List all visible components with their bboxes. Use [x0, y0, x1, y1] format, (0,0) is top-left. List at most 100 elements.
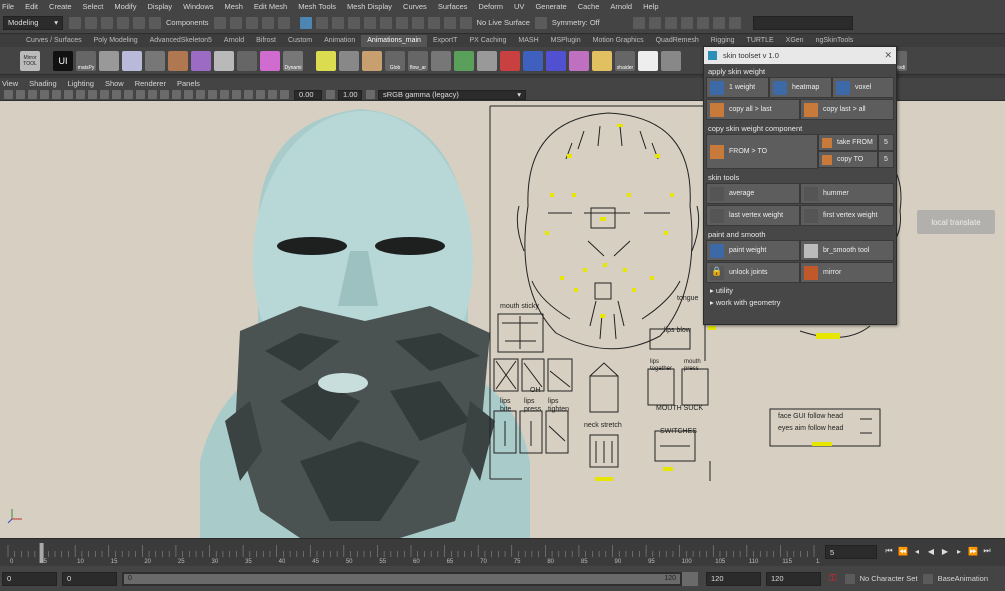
panel-menu-renderer[interactable]: Renderer: [135, 79, 166, 88]
safe-title-icon[interactable]: [124, 90, 133, 99]
anim-layer-label[interactable]: BaseAnimation: [938, 574, 988, 583]
utility-section[interactable]: ▸ utility: [704, 284, 896, 296]
camera-icon[interactable]: [4, 90, 13, 99]
shelf-tool-19[interactable]: [500, 50, 520, 71]
playback-start-field[interactable]: 0: [62, 571, 117, 586]
component-icon-5[interactable]: [277, 16, 290, 29]
menu-generate[interactable]: Generate: [535, 2, 566, 11]
shelf-tab-mash[interactable]: MASH: [512, 35, 544, 47]
close-icon[interactable]: ✕: [884, 50, 892, 61]
layout-icon-4[interactable]: [680, 16, 693, 29]
shelf-tab-msplugin[interactable]: MSPlugin: [545, 35, 587, 47]
history-icon[interactable]: [395, 16, 408, 29]
layout-icon-2[interactable]: [648, 16, 661, 29]
br-smooth-button[interactable]: br_smooth tool: [800, 240, 894, 261]
character-set-icon[interactable]: [844, 573, 855, 584]
shelf-tool-25[interactable]: [638, 50, 658, 71]
menu-select[interactable]: Select: [83, 2, 104, 11]
camera-attr-icon[interactable]: [16, 90, 25, 99]
lock-icon[interactable]: [379, 16, 392, 29]
redo-icon[interactable]: [133, 16, 145, 29]
menu-file[interactable]: File: [2, 2, 14, 11]
last-vertex-weight-button[interactable]: last vertex weight: [706, 205, 800, 226]
take-from-button[interactable]: take FROM: [818, 134, 878, 151]
output-icon[interactable]: [427, 16, 440, 29]
menu-arnold[interactable]: Arnold: [610, 2, 632, 11]
menu-cache[interactable]: Cache: [578, 2, 600, 11]
snap-point-icon[interactable]: [331, 16, 344, 29]
snap-grid-icon[interactable]: [299, 16, 312, 29]
shelf-tab-animation[interactable]: Animation: [318, 35, 361, 47]
shelf-tool-18[interactable]: [477, 50, 497, 71]
dof-icon[interactable]: [268, 90, 277, 99]
shelf-tool-2[interactable]: [99, 50, 119, 71]
mirror-tool-button[interactable]: Mirror TOOL: [20, 50, 40, 71]
shaider-button[interactable]: shaider: [615, 50, 635, 71]
dynami-button[interactable]: Dynami: [283, 50, 303, 71]
shelf-tab-poly-modeling[interactable]: Poly Modeling: [88, 35, 144, 47]
current-frame-field[interactable]: 5: [825, 545, 877, 559]
shelf-tab-curves-surfaces[interactable]: Curves / Surfaces: [20, 35, 88, 47]
character-set-label[interactable]: No Character Set: [860, 574, 918, 583]
copy-to-count[interactable]: 5: [878, 151, 894, 168]
shelf-tab-quadremesh[interactable]: QuadRemesh: [650, 35, 705, 47]
playback-end-field[interactable]: 120: [706, 571, 761, 586]
open-scene-icon[interactable]: [85, 16, 97, 29]
shelf-tool-17[interactable]: [454, 50, 474, 71]
menu-surfaces[interactable]: Surfaces: [438, 2, 468, 11]
shelf-tab-custom[interactable]: Custom: [282, 35, 318, 47]
step-back-icon[interactable]: ◂: [912, 546, 922, 556]
play-back-icon[interactable]: ◀: [926, 546, 936, 556]
matspy-button[interactable]: matsPy: [76, 50, 96, 71]
menu-edit-mesh[interactable]: Edit Mesh: [254, 2, 287, 11]
copy-last-all-button[interactable]: copy last > all: [800, 99, 894, 120]
glob-button[interactable]: Glob: [385, 50, 405, 71]
shelf-tool-23[interactable]: [592, 50, 612, 71]
panel-menu-view[interactable]: View: [2, 79, 18, 88]
shelf-tool-6[interactable]: [191, 50, 211, 71]
shelf-tool-5[interactable]: [168, 50, 188, 71]
shelf-tool-12[interactable]: [339, 50, 359, 71]
command-field[interactable]: [752, 15, 853, 30]
anim-layer-icon[interactable]: [922, 573, 933, 584]
range-slider[interactable]: 0 120: [122, 571, 682, 586]
from-to-button[interactable]: FROM > TO: [706, 134, 818, 169]
shelf-tab-animations-main[interactable]: Animations_main: [361, 35, 427, 47]
paint-weight-button[interactable]: paint weight: [706, 240, 800, 261]
menu-modify[interactable]: Modify: [114, 2, 136, 11]
play-forward-icon[interactable]: ▶: [940, 546, 950, 556]
save-scene-icon[interactable]: [101, 16, 113, 29]
live-surface-label[interactable]: No Live Surface: [477, 18, 530, 27]
gamma-icon[interactable]: [326, 90, 335, 99]
menu-mesh-tools[interactable]: Mesh Tools: [298, 2, 336, 11]
ui-button[interactable]: UI: [53, 50, 73, 71]
menu-windows[interactable]: Windows: [183, 2, 213, 11]
colorspace-dropdown[interactable]: sRGB gamma (legacy) ▾: [378, 89, 526, 100]
wire-on-shaded-icon[interactable]: [172, 90, 181, 99]
undo-icon[interactable]: [117, 16, 129, 29]
voxel-button[interactable]: voxel: [832, 77, 894, 98]
shelf-tab-px-caching[interactable]: PX Caching: [463, 35, 512, 47]
flow-button[interactable]: flow_ar: [408, 50, 428, 71]
shelf-tool-4[interactable]: [145, 50, 165, 71]
panel-menu-lighting[interactable]: Lighting: [68, 79, 94, 88]
default-material-icon[interactable]: [160, 90, 169, 99]
shelf-tool-8[interactable]: [237, 50, 257, 71]
panel-menu-show[interactable]: Show: [105, 79, 124, 88]
shelf-tool-7[interactable]: [214, 50, 234, 71]
menu-edit[interactable]: Edit: [25, 2, 38, 11]
menu-curves[interactable]: Curves: [403, 2, 427, 11]
component-icon-4[interactable]: [261, 16, 274, 29]
current-time-marker[interactable]: [39, 543, 44, 563]
go-to-start-icon[interactable]: ⏮: [884, 546, 894, 556]
average-button[interactable]: average: [706, 183, 800, 204]
film-gate-icon[interactable]: [64, 90, 73, 99]
shelf-tab-motion-graphics[interactable]: Motion Graphics: [587, 35, 650, 47]
component-icon-3[interactable]: [245, 16, 258, 29]
panel-menu-shading[interactable]: Shading: [29, 79, 57, 88]
xray-icon[interactable]: [220, 90, 229, 99]
shadows-icon[interactable]: [208, 90, 217, 99]
render-icon[interactable]: [443, 16, 456, 29]
skin-toolset-titlebar[interactable]: skin toolset v 1.0 ✕: [704, 47, 896, 64]
input-icon[interactable]: [411, 16, 424, 29]
